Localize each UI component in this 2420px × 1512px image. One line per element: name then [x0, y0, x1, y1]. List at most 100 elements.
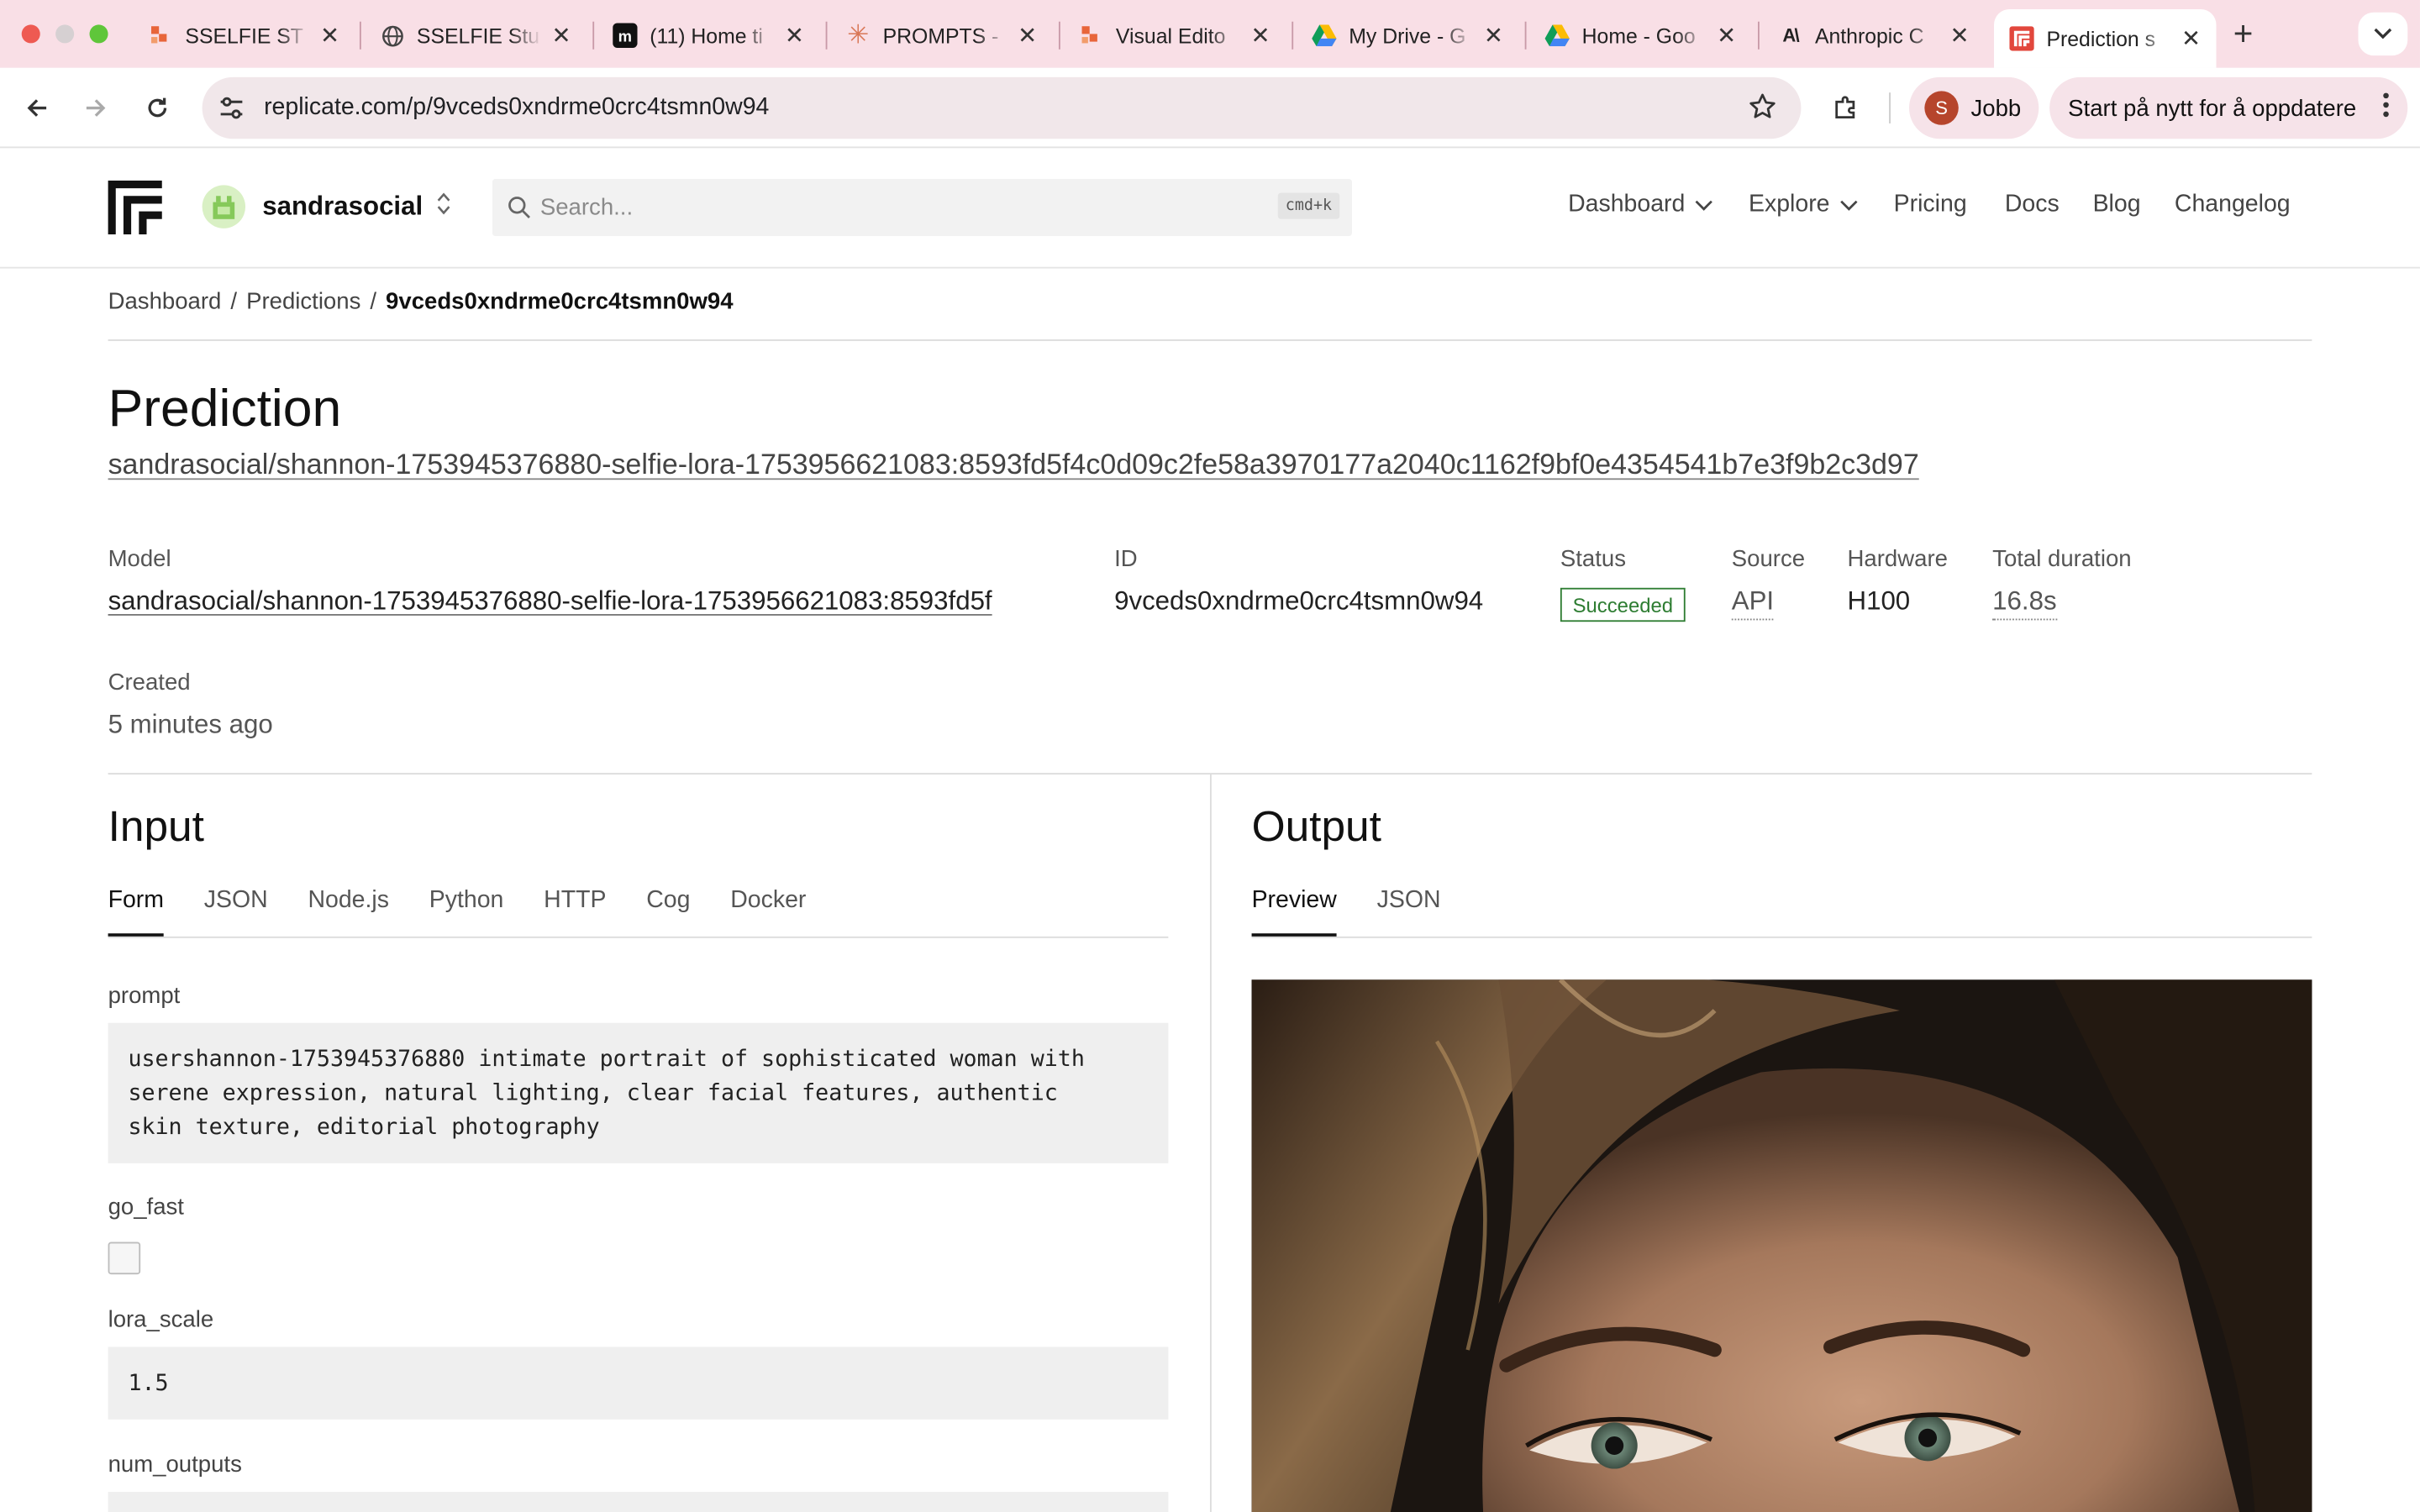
extensions-button[interactable]	[1828, 90, 1865, 127]
nav-changelog[interactable]: Changelog	[2175, 192, 2291, 219]
model-link[interactable]: sandrasocial/shannon-1753945376880-selfi…	[108, 586, 992, 617]
close-tab-icon[interactable]: ✕	[1251, 22, 1270, 50]
account-switcher[interactable]: sandrasocial	[202, 185, 451, 228]
address-bar[interactable]: replicate.com/p/9vceds0xndrme0crc4tsmn0w…	[202, 76, 1802, 139]
close-tab-icon[interactable]: ✕	[1484, 22, 1503, 50]
prompt-line: skin texture, editorial photography	[128, 1115, 600, 1141]
chevron-up-down-icon	[437, 191, 451, 223]
close-tab-icon[interactable]: ✕	[2181, 24, 2201, 52]
tab-title: PROMPTS -	[882, 24, 999, 48]
tab-title: Visual Edito	[1115, 24, 1226, 48]
prompt-value: usershannon-1753945376880 intimate portr…	[108, 1022, 1169, 1163]
browser-tab-active[interactable]: Prediction s ✕	[1994, 9, 2217, 68]
lora-scale-value: 1.5	[108, 1347, 1169, 1420]
browser-tab[interactable]: Visual Edito ✕	[1063, 9, 1285, 61]
browser-tab[interactable]: ✳ PROMPTS - ✕	[830, 9, 1052, 61]
tab-python[interactable]: Python	[429, 887, 504, 937]
maximize-window-button[interactable]	[89, 24, 108, 44]
search-icon	[508, 196, 531, 227]
version-link[interactable]: sandrasocial/shannon-1753945376880-selfi…	[108, 448, 1919, 481]
tab-preview[interactable]: Preview	[1251, 887, 1337, 937]
nav-label: Dashboard	[1568, 191, 1686, 218]
tab-search-button[interactable]	[2358, 12, 2408, 56]
hardware-value: H100	[1847, 585, 1911, 616]
close-tab-icon[interactable]: ✕	[1717, 22, 1736, 50]
forward-button[interactable]	[77, 90, 114, 127]
chevron-down-icon	[1695, 200, 1712, 211]
bookmark-star-icon[interactable]	[1749, 92, 1776, 128]
account-avatar-icon	[202, 185, 246, 228]
back-button[interactable]	[18, 90, 55, 127]
chevron-down-icon	[2374, 28, 2392, 39]
url-text[interactable]: replicate.com/p/9vceds0xndrme0crc4tsmn0w…	[264, 94, 769, 122]
close-window-button[interactable]	[21, 24, 40, 44]
browser-tab[interactable]: Home - Goo ✕	[1529, 9, 1751, 61]
browser-tab[interactable]: My Drive - G ✕	[1297, 9, 1518, 61]
tab-docker[interactable]: Docker	[730, 887, 806, 937]
tab-output-json[interactable]: JSON	[1377, 887, 1441, 937]
browser-tab[interactable]: SSELFIE ST ✕	[133, 9, 355, 61]
site-settings-icon[interactable]	[218, 96, 245, 129]
status-badge: Succeeded	[1560, 587, 1686, 622]
close-tab-icon[interactable]: ✕	[1950, 22, 1970, 50]
nav-dashboard[interactable]: Dashboard	[1568, 192, 1712, 219]
divider	[108, 339, 2312, 341]
tab-form[interactable]: Form	[108, 887, 165, 937]
tab-nodejs[interactable]: Node.js	[308, 887, 389, 937]
breadcrumb-separator: /	[230, 288, 238, 315]
kebab-menu-icon[interactable]	[2383, 91, 2389, 124]
close-tab-icon[interactable]: ✕	[551, 22, 571, 50]
replicate-icon	[2009, 26, 2034, 51]
svg-text:m: m	[618, 28, 632, 45]
reload-button[interactable]	[139, 90, 176, 127]
replicate-logo-icon[interactable]	[108, 180, 162, 242]
profile-button[interactable]: S Jobb	[1908, 76, 2039, 139]
close-tab-icon[interactable]: ✕	[785, 22, 804, 50]
nav-blog[interactable]: Blog	[2093, 192, 2141, 219]
nav-pricing[interactable]: Pricing	[1894, 192, 1967, 219]
go-fast-checkbox[interactable]	[108, 1242, 141, 1275]
close-tab-icon[interactable]: ✕	[1018, 22, 1037, 50]
page-title: Prediction	[108, 379, 342, 438]
prompt-line: serene expression, natural lighting, cle…	[128, 1081, 1058, 1106]
tab-http[interactable]: HTTP	[544, 887, 606, 937]
duration-label: Total duration	[1992, 546, 2132, 573]
nav-explore[interactable]: Explore	[1749, 192, 1858, 219]
num-outputs-value	[108, 1492, 1169, 1512]
update-label: Start på nytt for å oppdatere	[2068, 94, 2357, 122]
id-label: ID	[1114, 546, 1138, 573]
model-label: Model	[108, 546, 171, 573]
lora-scale-label: lora_scale	[108, 1306, 214, 1333]
tab-cog[interactable]: Cog	[646, 887, 690, 937]
breadcrumb-predictions[interactable]: Predictions	[246, 288, 360, 314]
profile-label: Jobb	[1970, 94, 2022, 122]
browser-tab[interactable]: A\ Anthropic C ✕	[1763, 9, 1985, 61]
chevron-down-icon	[1839, 200, 1857, 211]
duration-value: 16.8s	[1992, 586, 2057, 621]
search-input[interactable]: Search... cmd+k	[492, 179, 1352, 237]
tab-json[interactable]: JSON	[204, 887, 268, 937]
breadcrumb-dashboard[interactable]: Dashboard	[108, 288, 222, 314]
created-value: 5 minutes ago	[108, 709, 273, 739]
restart-to-update-button[interactable]: Start på nytt for å oppdatere	[2049, 76, 2408, 139]
globe-icon	[380, 24, 404, 48]
tab-title: (11) Home ti	[650, 24, 763, 48]
reload-icon	[148, 97, 167, 118]
input-tabs: Form JSON Node.js Python HTTP Cog Docker	[108, 887, 847, 937]
breadcrumb: Dashboard / Predictions / 9vceds0xndrme0…	[108, 288, 734, 314]
browser-tab[interactable]: SSELFIE Stu ✕	[364, 9, 586, 61]
go-fast-label: go_fast	[108, 1194, 184, 1221]
avatar: S	[1924, 91, 1959, 125]
new-tab-button[interactable]: +	[2233, 16, 2254, 50]
anthropic-icon: A\	[1782, 24, 1799, 47]
created-label: Created	[108, 669, 191, 696]
minimize-window-button[interactable]	[55, 24, 75, 44]
browser-tabstrip: SSELFIE ST ✕ SSELFIE Stu ✕ m (11) Home t…	[0, 0, 2420, 68]
claude-star-icon: ✳	[847, 19, 870, 50]
nav-docs[interactable]: Docs	[2005, 192, 2060, 219]
browser-tab[interactable]: m (11) Home ti ✕	[597, 9, 819, 61]
output-image[interactable]	[1251, 979, 2312, 1512]
close-tab-icon[interactable]: ✕	[320, 22, 339, 50]
tabs-underline	[1251, 936, 2312, 938]
replicate-orange-icon	[1079, 24, 1103, 48]
